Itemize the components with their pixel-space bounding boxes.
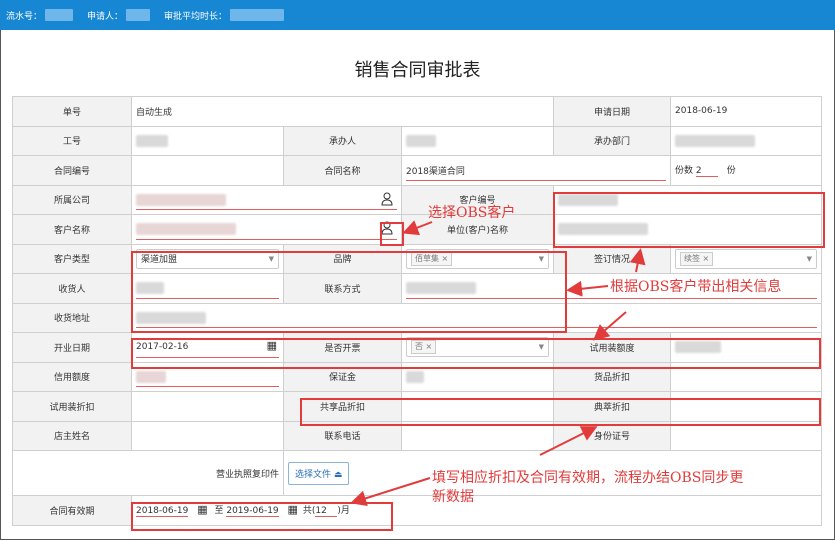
handler-value (400, 125, 555, 156)
owner-label: 店主姓名 (12, 420, 132, 451)
annotation-select-obs: 选择OBS客户 (428, 205, 516, 221)
brand-tag[interactable]: 佰草集 × (411, 251, 453, 266)
apply-date-value: 2018-06-19 (670, 96, 823, 127)
id-label: 身份证号 (553, 420, 672, 451)
goods-discount-input[interactable] (670, 361, 823, 392)
emp-no-value (131, 125, 284, 156)
trial-discount-input[interactable] (131, 391, 284, 422)
contract-name-label: 合同名称 (283, 155, 402, 186)
invoice-label: 是否开票 (283, 332, 402, 363)
company-user-icon[interactable] (381, 192, 393, 206)
cust-type-value: 渠道加盟 (141, 255, 178, 266)
applicant-value-redacted (126, 9, 151, 21)
receiver-input[interactable] (131, 273, 284, 304)
address-input[interactable] (130, 302, 823, 333)
validity-to-word: 至 (214, 506, 224, 517)
unit-name-value (553, 214, 823, 245)
chevron-down-icon: ▼ (538, 343, 545, 352)
phone-input[interactable] (400, 420, 555, 451)
deposit-label: 保证金 (283, 361, 402, 392)
owner-input[interactable] (131, 420, 284, 451)
sign-label: 签订情况 (553, 243, 672, 274)
serial-value-redacted (45, 9, 74, 21)
validity-total-suffix: )月 (337, 506, 350, 517)
receiver-label: 收货人 (12, 273, 132, 304)
company-label: 所属公司 (12, 184, 132, 215)
calendar-icon[interactable]: ▦ (197, 503, 207, 516)
avg-time-value-redacted (230, 9, 285, 21)
upload-button[interactable]: 选择文件 ⏏ (288, 461, 350, 485)
copies-input[interactable]: 2 (695, 166, 718, 178)
cust-no-value (553, 184, 823, 215)
cust-name-input[interactable] (131, 214, 402, 245)
validity-label: 合同有效期 (12, 495, 132, 526)
credit-label: 信用额度 (12, 361, 132, 392)
contract-approval-form: 单号 自动生成 申请日期 2018-06-19 工号 承办人 承办部门 合同编号… (12, 96, 823, 526)
contract-name-text: 2018渠道合同 (406, 166, 465, 177)
calendar-icon[interactable]: ▦ (267, 339, 277, 352)
top-bar: 流水号： 申请人： 审批平均时长： (0, 0, 835, 30)
cust-user-icon[interactable] (381, 221, 393, 235)
shared-discount-label: 共享品折扣 (283, 391, 402, 422)
annotation-bring-info: 根据OBS客户带出相关信息 (610, 279, 782, 295)
license-label: 营业执照复印件 (12, 450, 284, 496)
contract-no-label: 合同编号 (12, 155, 132, 186)
applicant-label: 申请人： (87, 11, 124, 22)
credit-input[interactable] (131, 361, 284, 392)
classic-discount-input[interactable] (670, 391, 823, 422)
sign-tag[interactable]: 续签 × (680, 251, 714, 266)
contact-label: 联系方式 (283, 273, 402, 304)
validity-cell: 2018-06-19 ▦ 至 2019-06-19 ▦ 共(12)月 (130, 495, 823, 526)
chevron-down-icon: ▼ (806, 254, 813, 263)
contract-name-input[interactable]: 2018渠道合同 (400, 155, 672, 186)
annotation-fill-line2: 新数据 (432, 489, 474, 505)
trial-amount-input[interactable] (670, 332, 823, 363)
classic-discount-label: 典萃折扣 (553, 391, 672, 422)
cust-name-label: 客户名称 (12, 214, 132, 245)
open-date-label: 开业日期 (12, 332, 132, 363)
handler-label: 承办人 (283, 125, 402, 156)
shared-discount-input[interactable] (400, 391, 555, 422)
order-no-label: 单号 (12, 96, 132, 127)
page-title: 销售合同审批表 (354, 60, 481, 81)
validity-total-prefix: 共( (302, 506, 316, 517)
copies-label: 份数 (675, 166, 694, 177)
open-date-value: 2017-02-16 (136, 342, 189, 353)
calendar-icon[interactable]: ▦ (288, 503, 298, 516)
validity-to[interactable]: 2019-06-19 (226, 506, 279, 518)
company-input[interactable] (131, 184, 402, 215)
annotation-fill-line1: 填写相应折扣及合同有效期，流程办结OBS同步更 (432, 470, 744, 486)
chevron-down-icon: ▼ (268, 254, 274, 263)
contract-no-value[interactable] (131, 155, 284, 186)
emp-no-label: 工号 (12, 125, 132, 156)
id-input[interactable] (670, 420, 823, 451)
copies-unit: 份 (726, 166, 736, 177)
trial-discount-label: 试用装折扣 (12, 391, 132, 422)
avg-time-label: 审批平均时长： (164, 11, 228, 22)
address-label: 收货地址 (12, 302, 132, 333)
order-no-value: 自动生成 (130, 96, 555, 127)
invoice-select[interactable]: 否 × ▼ (400, 332, 555, 363)
deposit-input[interactable] (400, 361, 555, 392)
cust-type-select[interactable]: 渠道加盟 ▼ (131, 243, 284, 274)
apply-date-label: 申请日期 (553, 96, 672, 127)
brand-select[interactable]: 佰草集 × ▼ (400, 243, 555, 274)
copies-cell[interactable]: 份数 2 份 (670, 155, 823, 186)
brand-label: 品牌 (283, 243, 402, 274)
open-date-input[interactable]: 2017-02-16 ▦ (131, 332, 284, 363)
serial-label: 流水号： (6, 11, 43, 22)
handler-dept-value (670, 125, 823, 156)
validity-from[interactable]: 2018-06-19 (136, 506, 189, 518)
chevron-down-icon: ▼ (538, 254, 545, 263)
phone-label: 联系电话 (283, 420, 402, 451)
invoice-tag[interactable]: 否 × (411, 340, 437, 355)
upload-icon: ⏏ (333, 469, 343, 480)
sign-select[interactable]: 续签 × ▼ (670, 243, 823, 274)
cust-type-label: 客户类型 (12, 243, 132, 274)
trial-amount-label: 试用装额度 (553, 332, 672, 363)
handler-dept-label: 承办部门 (553, 125, 672, 156)
goods-discount-label: 货品折扣 (553, 361, 672, 392)
validity-total-input[interactable]: 12 (315, 506, 338, 518)
